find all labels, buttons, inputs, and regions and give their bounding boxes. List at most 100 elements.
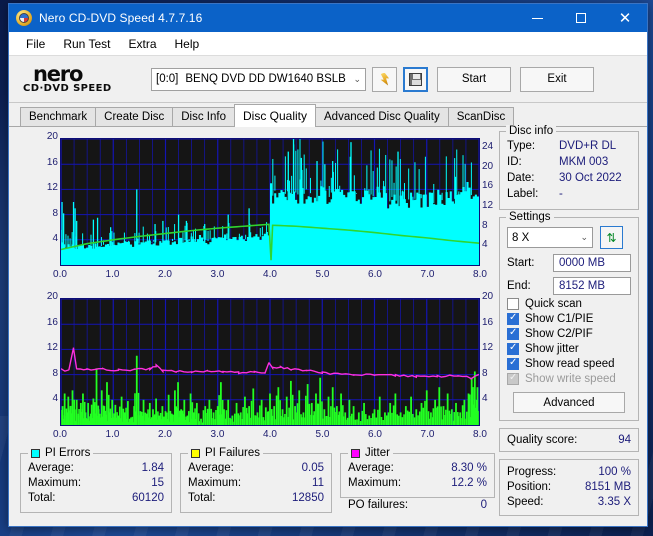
show-c2-pif-row[interactable]: Show C2/PIF: [507, 327, 631, 340]
show-write-speed-checkbox: [507, 372, 519, 385]
x-tick-label: 1.0: [105, 269, 120, 280]
tab-advanced-disc-quality[interactable]: Advanced Disc Quality: [315, 107, 449, 126]
pi-errors-color-swatch: [31, 448, 40, 458]
close-icon: ✕: [618, 9, 632, 27]
drive-select-dropdown[interactable]: [0:0] BENQ DVD DD DW1640 BSLB ⌄: [151, 67, 366, 91]
y-tick-label: 20: [46, 131, 58, 142]
quick-scan-row[interactable]: Quick scan: [507, 298, 631, 310]
show-read-speed-checkbox[interactable]: [507, 357, 519, 370]
show-read-speed-label: Show read speed: [525, 358, 615, 370]
x-tick-label: 7.0: [420, 429, 435, 440]
menu-item-file[interactable]: File: [17, 35, 54, 53]
show-read-speed-row[interactable]: Show read speed: [507, 357, 631, 370]
show-c1-pie-checkbox[interactable]: [507, 312, 519, 325]
end-field-row: End: 8152 MB: [507, 277, 631, 295]
pi-failures-stats-box: PI Failures Average: 0.05 Maximum: 11 To…: [180, 447, 332, 513]
disc-id-label: ID:: [507, 156, 522, 168]
eject-button[interactable]: [372, 66, 397, 92]
window-title: Nero CD-DVD Speed 4.7.7.16: [39, 11, 203, 25]
menu-item-help[interactable]: Help: [166, 35, 209, 53]
po-failures-label: PO failures:: [348, 499, 409, 511]
minimize-icon: [531, 17, 543, 19]
show-jitter-row[interactable]: Show jitter: [507, 342, 631, 355]
tab-benchmark[interactable]: Benchmark: [20, 107, 97, 126]
speed-select-value: 8 X: [512, 231, 530, 244]
pi-failures-stats-legend: PI Failures: [188, 447, 263, 459]
save-results-button[interactable]: [403, 66, 428, 92]
x-tick-label: 7.0: [420, 269, 435, 280]
pi-failures-total-label: Total:: [188, 492, 216, 504]
pi-errors-maximum-value: 15: [151, 477, 164, 489]
tab-create-disc[interactable]: Create Disc: [95, 107, 174, 126]
pi-failures-average-label: Average:: [188, 462, 234, 474]
jitter-average-value: 8.30 %: [451, 462, 487, 474]
pi-failures-maximum-label: Maximum:: [188, 477, 242, 489]
y-tick-label: 16: [46, 156, 58, 168]
y-tick-label: 20: [46, 291, 58, 302]
position-value: 8151 MB: [584, 481, 631, 493]
save-floppy-icon: [409, 72, 422, 86]
x-tick-label: 8.0: [473, 269, 487, 280]
close-button[interactable]: ✕: [603, 4, 647, 32]
pi-errors-chart: 4 8 12 16 20 4 8 12 16 20 24 0.0 1.0 2.0 3.0 4.0 5.0 6.…: [20, 131, 495, 289]
quick-scan-checkbox[interactable]: [507, 298, 519, 310]
chevron-down-icon: ⌄: [353, 73, 361, 84]
settings-group: Settings 8 X ⌄ ⇅ Start: 0000 MB End: 815…: [499, 211, 639, 421]
title-bar: Nero CD-DVD Speed 4.7.7.16 ✕: [9, 4, 647, 32]
jitter-stats-title: Jitter: [365, 447, 390, 459]
jitter-color-swatch: [351, 448, 360, 458]
refresh-speed-button[interactable]: ⇅: [600, 226, 623, 249]
show-jitter-checkbox[interactable]: [507, 342, 519, 355]
menu-item-run-test[interactable]: Run Test: [54, 35, 119, 53]
app-icon: [16, 10, 32, 26]
tab-strip: Benchmark Create Disc Disc Info Disc Qua…: [9, 103, 647, 127]
exit-button[interactable]: Exit: [520, 66, 594, 92]
progress-label: Progress:: [507, 466, 557, 478]
advanced-button[interactable]: Advanced: [513, 392, 625, 413]
show-jitter-label: Show jitter: [525, 343, 579, 355]
tab-disc-info[interactable]: Disc Info: [172, 107, 235, 126]
x-tick-label: 5.0: [315, 269, 330, 280]
menu-item-extra[interactable]: Extra: [119, 35, 165, 53]
start-button[interactable]: Start: [437, 66, 511, 92]
x-tick-label: 5.0: [315, 429, 330, 440]
menu-bar: File Run Test Extra Help: [9, 32, 647, 56]
pi-errors-chart-x-axis: 0.0 1.0 2.0 3.0 4.0 5.0 6.0 7.0 8.0: [53, 269, 487, 283]
y-tick-label: 8: [52, 367, 58, 379]
pi-failures-average-row: Average: 0.05: [188, 461, 324, 476]
speed-select[interactable]: 8 X ⌄: [507, 227, 593, 248]
y-tick-label: 16: [46, 316, 58, 328]
maximize-icon: [576, 13, 586, 23]
start-input[interactable]: 0000 MB: [553, 254, 631, 272]
speed-row: 8 X ⌄ ⇅: [507, 226, 631, 249]
pi-failures-chart-plot: [60, 298, 480, 426]
minimize-button[interactable]: [515, 4, 559, 32]
end-input[interactable]: 8152 MB: [553, 277, 631, 295]
tab-content-disc-quality: 4 8 12 16 20 4 8 12 16 20 24 0.0 1.0 2.0 3.0 4.0 5.0 6.…: [9, 125, 647, 526]
disc-label-value: -: [559, 188, 563, 200]
disc-type-value: DVD+R DL: [559, 140, 617, 152]
tab-disc-quality[interactable]: Disc Quality: [234, 104, 317, 127]
disc-info-date-row: Date: 30 Oct 2022: [507, 170, 631, 186]
nero-logo-subtitle: CD·DVD SPEED: [23, 82, 112, 94]
y-tick-label: 4: [52, 233, 58, 245]
start-field-row: Start: 0000 MB: [507, 254, 631, 272]
maximize-button[interactable]: [559, 4, 603, 32]
tab-scandisc[interactable]: ScanDisc: [447, 107, 515, 126]
y-tick-label: 12: [46, 342, 58, 354]
x-tick-label: 0.0: [53, 269, 67, 280]
chevron-down-icon: ⌄: [580, 232, 588, 242]
x-tick-label: 0.0: [53, 429, 67, 440]
nero-logo: nero CD·DVD SPEED: [23, 63, 143, 94]
pi-failures-stats-title: PI Failures: [205, 447, 260, 459]
y-tick-label: 4: [52, 393, 58, 405]
show-c2-pif-checkbox[interactable]: [507, 327, 519, 340]
pi-errors-average-label: Average:: [28, 462, 74, 474]
show-c1-pie-row[interactable]: Show C1/PIE: [507, 312, 631, 325]
po-failures-value: 0: [480, 499, 487, 511]
pi-errors-total-value: 60120: [132, 492, 164, 504]
statistics-panels: PI Errors Average: 1.84 Maximum: 15 Tota…: [20, 447, 495, 525]
disc-info-legend: Disc info: [506, 125, 557, 137]
quick-scan-label: Quick scan: [525, 298, 582, 310]
speed-row-status: Speed: 3.35 X: [507, 495, 631, 510]
